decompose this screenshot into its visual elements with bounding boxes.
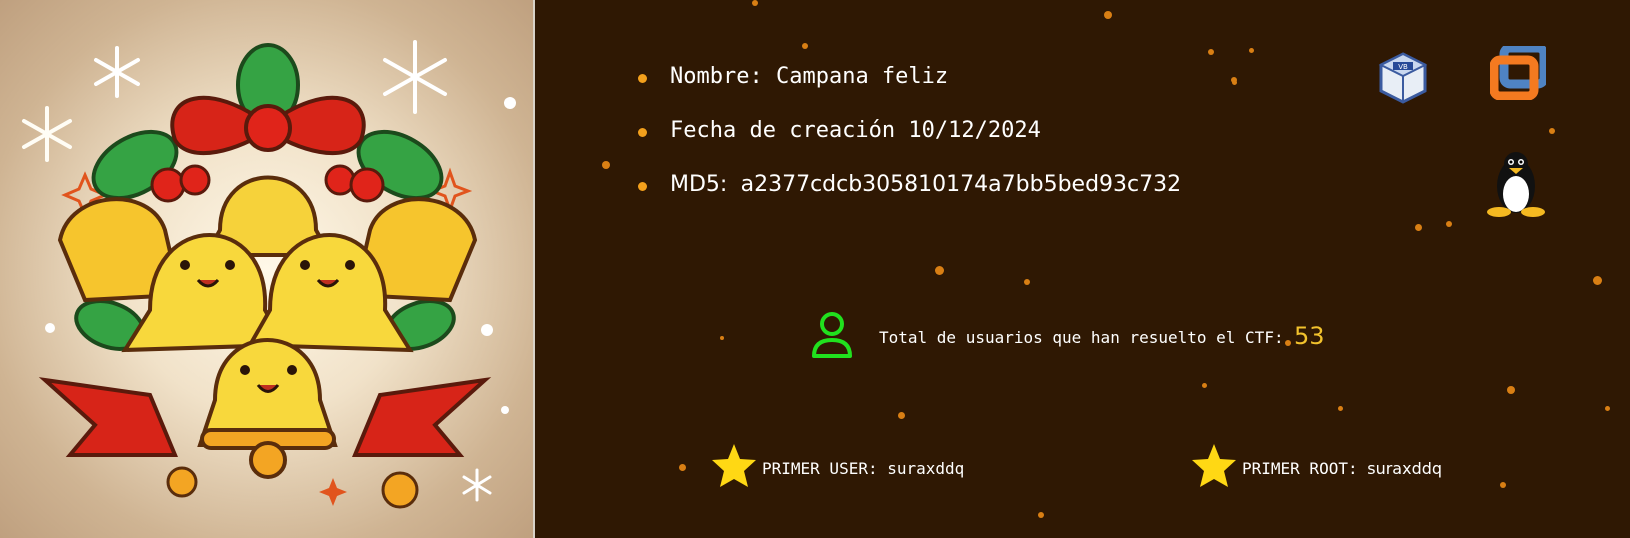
md5-value: a2377cdcb305810174a7bb5bed93c732 xyxy=(740,172,1182,197)
decor-dot xyxy=(720,336,724,340)
user-icon xyxy=(810,312,854,360)
machine-info-panel: Nombre: Campana feliz Fecha de creación … xyxy=(535,0,1630,538)
bullet-icon xyxy=(638,182,647,191)
star-icon xyxy=(710,442,758,490)
virtualbox-icon: VB xyxy=(1377,50,1429,106)
decor-dot xyxy=(1605,406,1610,411)
machine-name-label: Nombre: xyxy=(670,64,763,89)
decor-dot xyxy=(1549,128,1555,134)
decor-dot xyxy=(1232,80,1237,85)
decor-dot xyxy=(802,43,808,49)
machine-artwork xyxy=(0,0,533,538)
linux-tux-icon xyxy=(1485,150,1547,218)
machine-name-item: Nombre: Campana feliz xyxy=(635,62,1181,116)
snowflake-icon xyxy=(22,106,72,162)
first-root-label: PRIMER ROOT: suraxddq xyxy=(1242,459,1442,478)
first-root-blood: PRIMER ROOT: suraxddq xyxy=(1190,442,1510,492)
snowflake-icon xyxy=(383,40,447,114)
machine-name-value: Campana feliz xyxy=(775,64,949,89)
decor-dot xyxy=(1249,48,1254,53)
vmware-icon xyxy=(1489,43,1549,101)
first-user-blood: PRIMER USER: suraxddq xyxy=(710,442,1030,492)
first-user-label: PRIMER USER: suraxddq xyxy=(762,459,964,478)
solved-users-stat: Total de usuarios que han resuelto el CT… xyxy=(810,312,1350,362)
solved-users-label: Total de usuarios que han resuelto el CT… xyxy=(879,328,1284,347)
first-root-label-text: PRIMER ROOT: xyxy=(1242,459,1358,478)
decor-dot xyxy=(679,464,686,471)
decor-dot xyxy=(898,412,905,419)
creation-date-value: 10/12/2024 xyxy=(908,118,1041,143)
decor-dot xyxy=(1507,386,1515,394)
bullet-icon xyxy=(638,128,647,137)
snowflake-icon xyxy=(94,46,140,98)
decor-dot xyxy=(752,0,758,6)
decor-dot xyxy=(1202,383,1207,388)
decor-dot xyxy=(1024,279,1030,285)
first-root-name: suraxddq xyxy=(1367,459,1443,478)
decor-dot xyxy=(1104,11,1112,19)
machine-details-list: Nombre: Campana feliz Fecha de creación … xyxy=(635,62,1181,224)
decor-dot xyxy=(1593,276,1602,285)
decor-dot xyxy=(1446,221,1452,227)
creation-date-item: Fecha de creación 10/12/2024 xyxy=(635,116,1181,170)
md5-label: MD5: xyxy=(670,172,728,197)
solved-users-count: 53 xyxy=(1294,322,1325,350)
christmas-bells-illustration xyxy=(22,40,516,509)
creation-date-label: Fecha de creación xyxy=(670,118,896,143)
svg-text:VB: VB xyxy=(1398,63,1408,71)
bullet-icon xyxy=(638,74,647,83)
decor-dot xyxy=(935,266,944,275)
first-user-name: suraxddq xyxy=(887,459,965,478)
decor-dot xyxy=(602,161,610,169)
first-user-label-text: PRIMER USER: xyxy=(762,459,878,478)
decor-dot xyxy=(1338,406,1343,411)
md5-item: MD5: a2377cdcb305810174a7bb5bed93c732 xyxy=(635,170,1181,224)
decor-dot xyxy=(1208,49,1214,55)
decor-dot xyxy=(1038,512,1044,518)
decor-dot xyxy=(1415,224,1422,231)
snowflake-icon xyxy=(462,468,492,502)
star-icon xyxy=(1190,442,1238,490)
